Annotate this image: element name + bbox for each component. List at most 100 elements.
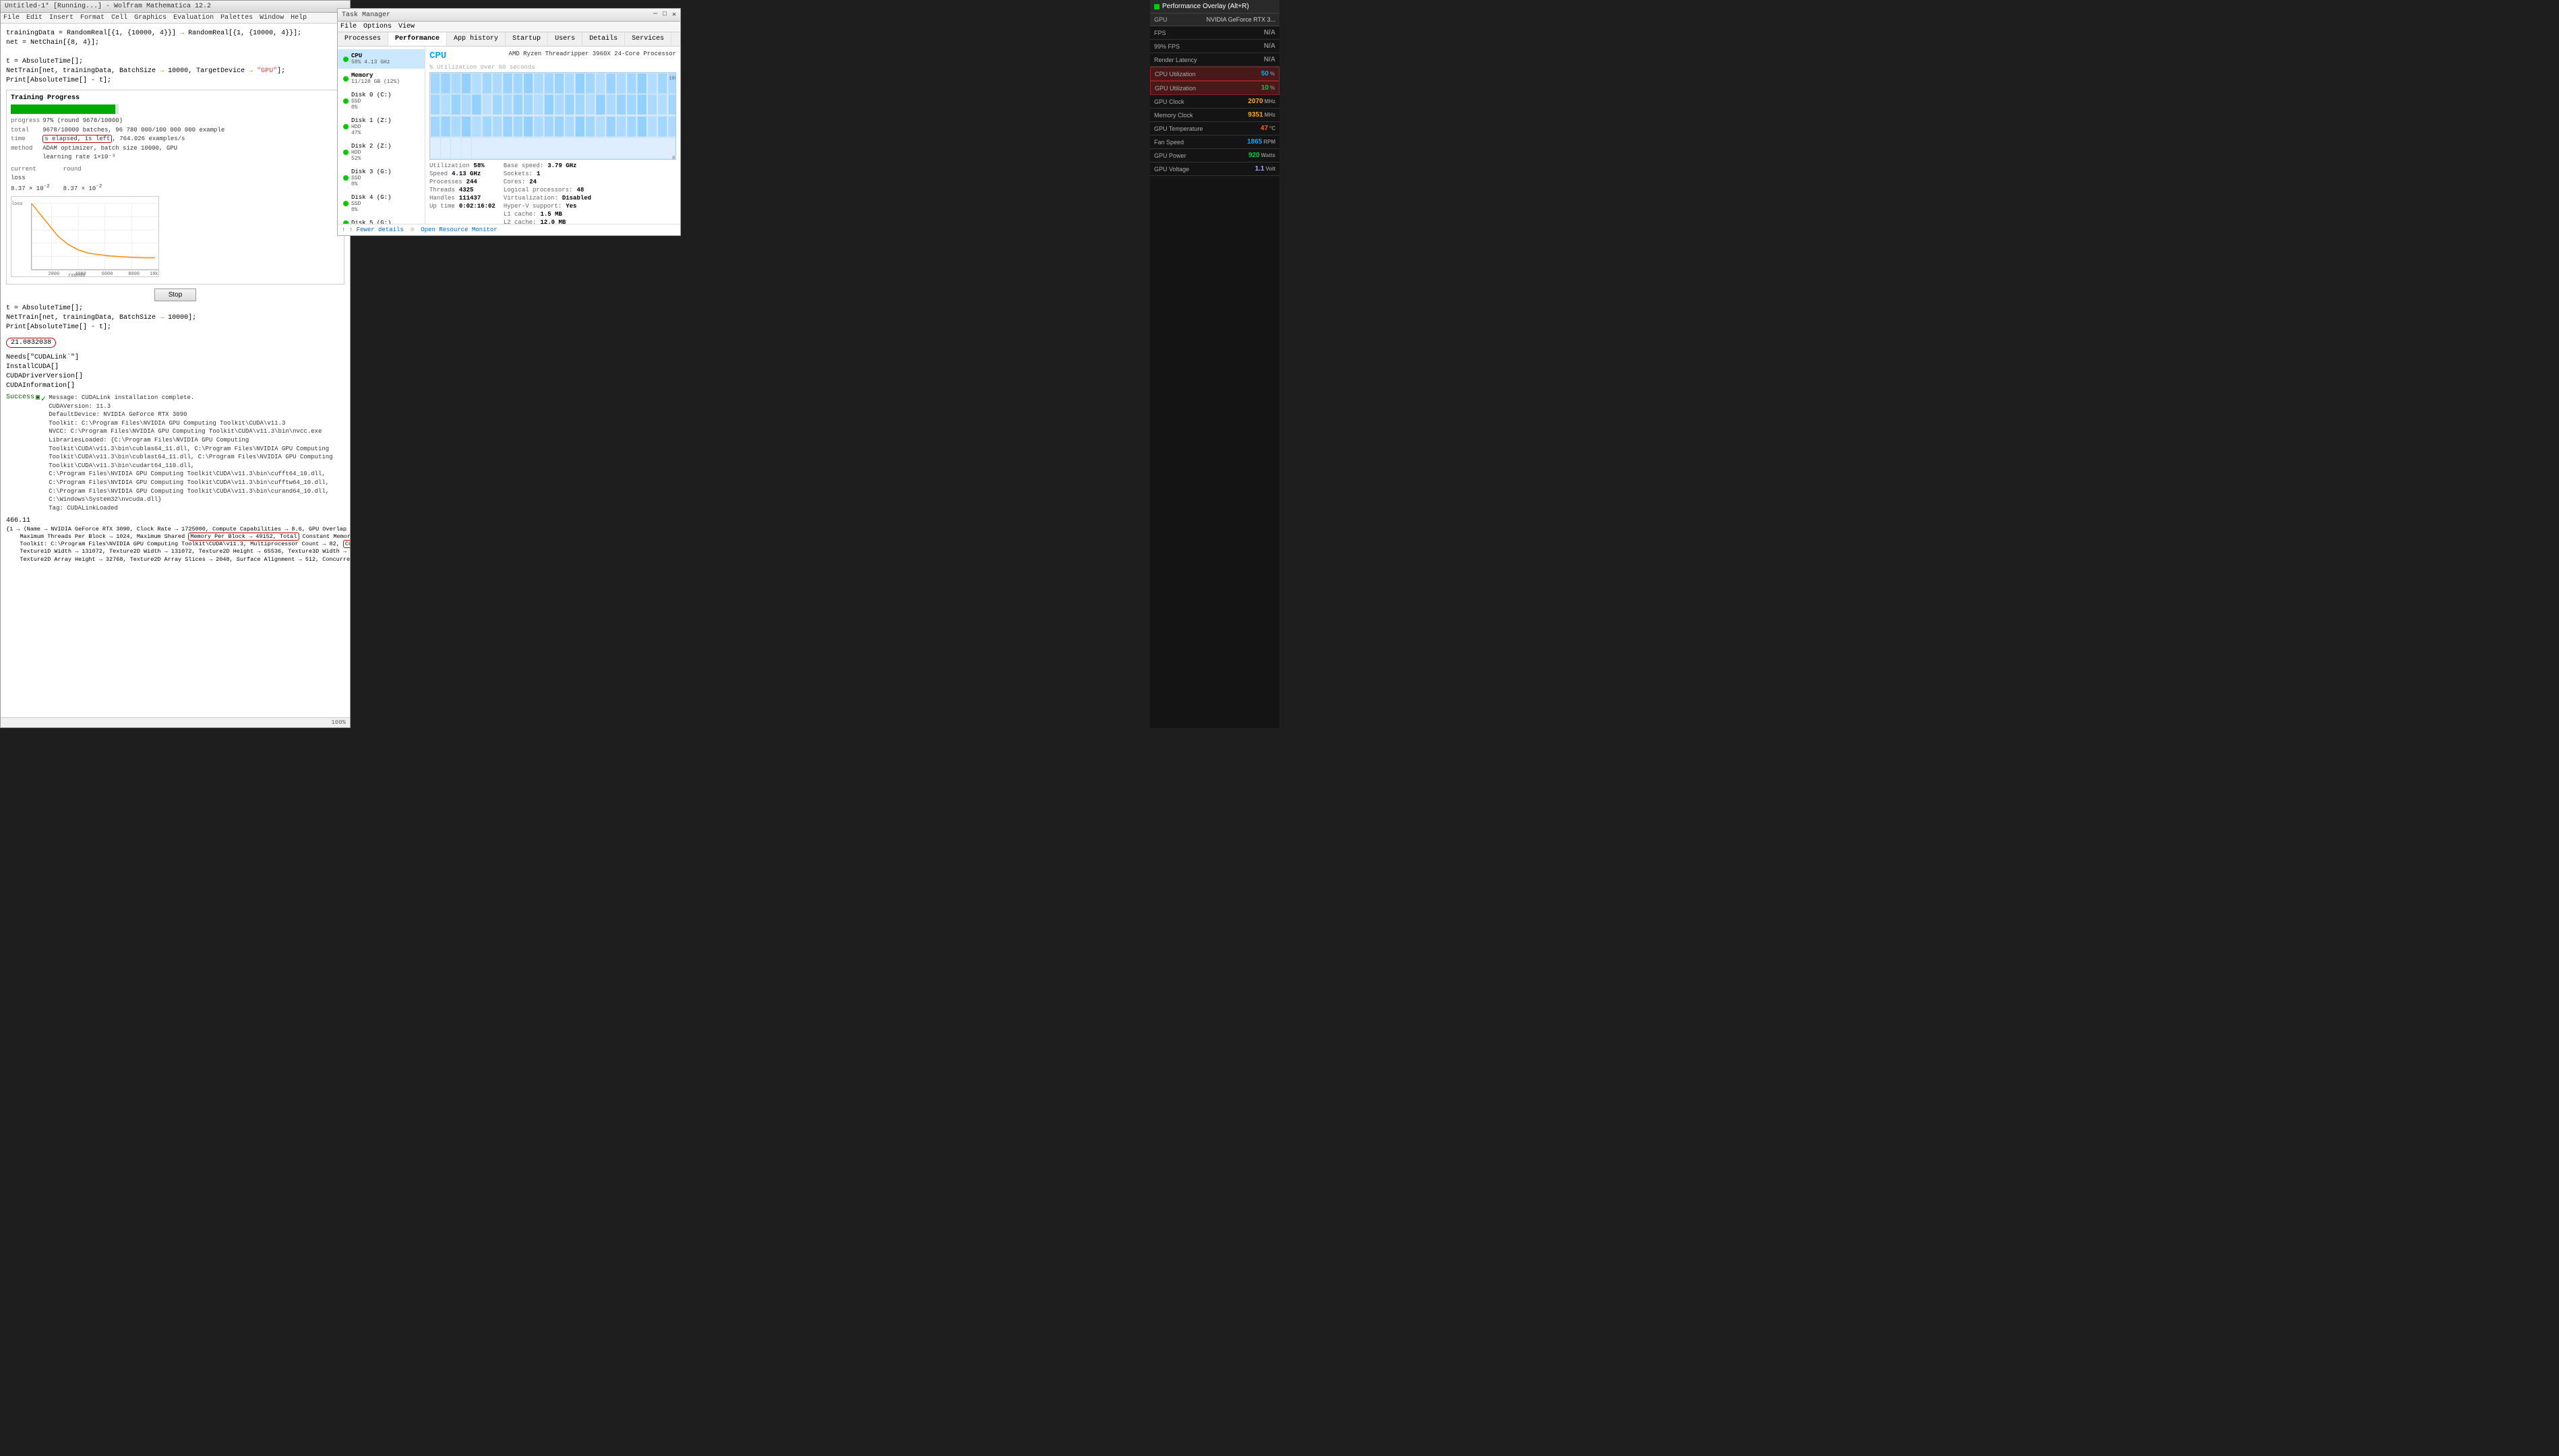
menu-file[interactable]: File (3, 14, 20, 22)
tm-menu-file[interactable]: File (340, 23, 357, 30)
mathematica-menubar[interactable]: File Edit Insert Format Cell Graphics Ev… (1, 13, 350, 24)
cuda-info-2: Maximum Threads Per Block → 1024, Maximu… (6, 533, 344, 541)
hyperv-val: Yes (566, 203, 576, 210)
tm-main: CPU AMD Ryzen Threadripper 3960X 24-Core… (425, 47, 680, 224)
gpu-name: NVIDIA GeForce RTX 3... (1207, 16, 1275, 23)
cpu-uptime-val: 0:02:16:02 (459, 203, 495, 210)
tm-sidebar-disk4[interactable]: Disk 4 (G:) SSD 0% (338, 191, 425, 216)
nvidia-row: GPU NVIDIA GeForce RTX 3... (1150, 13, 1280, 26)
taskmanager-titlebar: Task Manager ─ □ ✕ (338, 9, 680, 22)
stat-threads: Threads 4325 (429, 187, 495, 193)
success-section: Success ▣ ✓ Message: CUDALink installati… (6, 394, 344, 512)
voltage-value: 1.1Volt (1255, 165, 1275, 173)
gpu-temp-label: GPU Temperature (1154, 125, 1203, 132)
disk3-type: SSD (351, 175, 391, 181)
tm-sidebar-memory[interactable]: Memory 11/128 GB (12%) (338, 69, 425, 88)
tab-processes[interactable]: Processes (338, 32, 388, 46)
code-below-1: t = AbsoluteTime[]; (6, 304, 344, 313)
stat-l2: L2 cache: 12.0 MB (504, 219, 591, 224)
menu-insert[interactable]: Insert (49, 14, 73, 22)
check-icon: ✓ (41, 394, 46, 404)
gpu-clock-value: 2070MHz (1248, 98, 1275, 105)
perf-row-cpu-util: CPU Utilization 50% (1150, 67, 1280, 81)
sockets-val: 1 (537, 171, 540, 177)
tab-performance[interactable]: Performance (388, 32, 447, 46)
base-speed-val: 3.79 GHz (547, 162, 576, 169)
disk3-dot (343, 175, 349, 181)
memory-dot (343, 76, 349, 82)
cuda-line-3: CUDADriverVersion[] (6, 372, 344, 382)
taskmanager-body: CPU 58% 4.13 GHz Memory 11/128 GB (12%) (338, 47, 680, 224)
menu-format[interactable]: Format (80, 14, 104, 22)
stats-left: Utilization 58% Speed 4.13 GHz Processes… (429, 162, 495, 224)
stat-sockets: Sockets: 1 (504, 171, 591, 177)
menu-help[interactable]: Help (291, 14, 307, 22)
close-button[interactable]: ✕ (672, 11, 676, 19)
perf-row-latency: Render Latency N/A (1150, 53, 1280, 67)
svg-text:0: 0 (672, 156, 675, 159)
stat-cores: Cores: 24 (504, 179, 591, 185)
l1-val: 1.5 MB (540, 211, 562, 218)
disk0-label: Disk 0 (C:) (351, 92, 391, 98)
training-progress-box: Training Progress progress 97% (round 96… (6, 90, 344, 284)
tm-menu-view[interactable]: View (398, 23, 415, 30)
cuda-line-1: Needs["CUDALink`"] (6, 353, 344, 363)
stop-button[interactable]: Stop (154, 289, 197, 301)
menu-evaluation[interactable]: Evaluation (173, 14, 214, 22)
separator: ⊙ (411, 226, 414, 233)
disk0-pct: 0% (351, 104, 391, 111)
taskmanager-tabs[interactable]: Processes Performance App history Startu… (338, 32, 680, 47)
menu-cell[interactable]: Cell (111, 14, 127, 22)
menu-graphics[interactable]: Graphics (134, 14, 167, 22)
fan-value: 1865RPM (1247, 138, 1275, 146)
menu-palettes[interactable]: Palettes (220, 14, 253, 22)
tm-sidebar-disk3[interactable]: Disk 3 (G:) SSD 0% (338, 165, 425, 191)
cpu-dot (343, 57, 349, 62)
tm-menu-options[interactable]: Options (363, 23, 392, 30)
progress-pct: 97% (round 9678/10000) (42, 117, 227, 126)
memory-sidebar-info: Memory 11/128 GB (12%) (351, 72, 400, 85)
tm-sidebar-cpu[interactable]: CPU 58% 4.13 GHz (338, 49, 425, 69)
disk3-label: Disk 3 (G:) (351, 169, 391, 175)
fps99-value: N/A (1264, 42, 1275, 50)
loss-chart: 2000 4000 6000 8000 10k rounds loss (11, 196, 159, 277)
perf-overlay: Performance Overlay (Alt+R) GPU NVIDIA G… (1150, 0, 1280, 728)
tm-sidebar-disk5[interactable]: Disk 5 (G:) (338, 216, 425, 224)
cpu-util-label: CPU Utilization (1155, 71, 1196, 78)
taskmanager-window: Task Manager ─ □ ✕ File Options View Pro… (337, 8, 681, 236)
success-content: Message: CUDALink installation complete.… (49, 394, 344, 512)
menu-edit[interactable]: Edit (26, 14, 42, 22)
svg-text:6000: 6000 (102, 272, 113, 276)
success-label: Success ▣ ✓ (6, 394, 46, 512)
tm-sidebar-disk1[interactable]: Disk 1 (Z:) HDD 47% (338, 114, 425, 140)
maximize-button[interactable]: □ (663, 11, 667, 19)
cores-val: 24 (529, 179, 537, 185)
minimize-button[interactable]: ─ (653, 11, 657, 19)
tab-users[interactable]: Users (548, 32, 582, 46)
zoom-level: 100% (331, 719, 346, 726)
power-label: GPU Power (1154, 152, 1186, 159)
progress-bar-container (11, 104, 119, 114)
tm-sidebar-disk2[interactable]: Disk 2 (Z:) HDD 52% (338, 140, 425, 165)
tab-services[interactable]: Services (625, 32, 671, 46)
tab-app-history[interactable]: App history (447, 32, 506, 46)
fewer-details-link[interactable]: ↑ ↑ Fewer details (342, 226, 404, 233)
stat-handles: Handles 111437 (429, 195, 495, 202)
menu-window[interactable]: Window (260, 14, 284, 22)
perf-title: Performance Overlay (Alt+R) (1162, 3, 1249, 10)
taskmanager-menubar[interactable]: File Options View (338, 22, 680, 32)
tab-details[interactable]: Details (582, 32, 625, 46)
window-controls[interactable]: ─ □ ✕ (653, 11, 676, 19)
open-monitor-link[interactable]: Open Resource Monitor (421, 226, 497, 233)
code-line-4: t = AbsoluteTime[]; (6, 57, 344, 67)
tm-sidebar-disk0[interactable]: Disk 0 (C:) SSD 0% (338, 88, 425, 114)
mathematica-content: trainingData = RandomReal[{1, {10000, 4}… (1, 24, 350, 717)
output-466: 466.11 (6, 516, 344, 526)
cpu-graph-svg: 100% 0 (430, 73, 675, 159)
tab-startup[interactable]: Startup (506, 32, 548, 46)
tm-stats: Utilization 58% Speed 4.13 GHz Processes… (429, 162, 676, 224)
memory-sublabel: 11/128 GB (12%) (351, 79, 400, 85)
cuda-line-4: CUDAInformation[] (6, 382, 344, 391)
svg-text:loss: loss (11, 202, 23, 207)
training-progress-title: Training Progress (11, 94, 340, 102)
